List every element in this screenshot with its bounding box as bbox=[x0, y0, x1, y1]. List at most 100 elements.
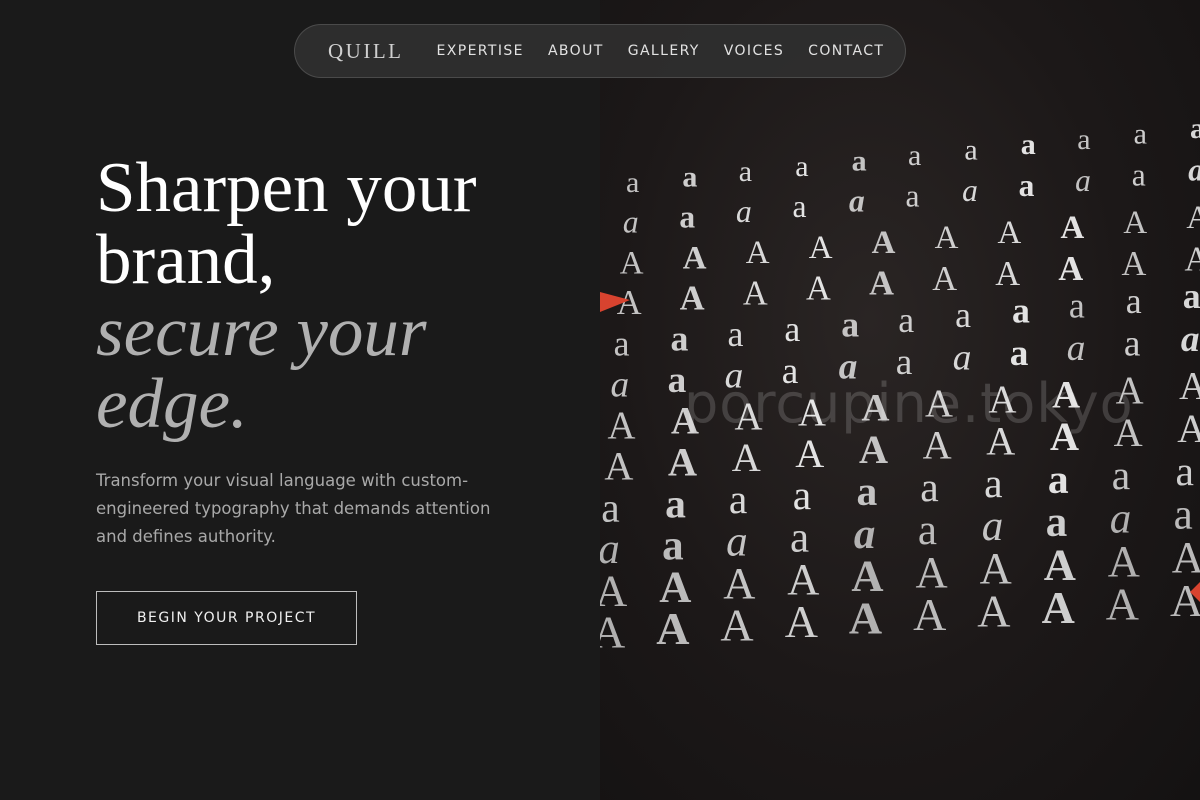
specimen-letter: a bbox=[665, 480, 686, 526]
specimen-letter: a bbox=[1134, 117, 1147, 150]
specimen-letter: a bbox=[682, 161, 697, 194]
specimen-letter: A bbox=[720, 600, 753, 651]
specimen-letter: a bbox=[1176, 448, 1194, 494]
specimen-letter: a bbox=[736, 194, 752, 229]
specimen-letter: A bbox=[806, 270, 831, 308]
specimen-letter: A bbox=[680, 279, 705, 317]
nav-link-contact[interactable]: CONTACT bbox=[808, 43, 884, 59]
begin-project-button[interactable]: BEGIN YOUR PROJECT bbox=[96, 591, 357, 645]
specimen-letter: A bbox=[1177, 406, 1200, 451]
specimen-letter: A bbox=[1123, 205, 1147, 241]
specimen-letter: a bbox=[601, 484, 619, 530]
specimen-letter: a bbox=[1067, 328, 1086, 369]
specimen-letter: A bbox=[1185, 240, 1200, 278]
specimen-letter: a bbox=[841, 305, 859, 345]
specimen-letter: a bbox=[793, 472, 811, 518]
specimen-letter: A bbox=[872, 225, 896, 261]
specimen-letter: A bbox=[1179, 366, 1200, 408]
specimen-letter: a bbox=[1132, 158, 1146, 193]
specimen-letter: a bbox=[920, 464, 938, 510]
specimen-letter: a bbox=[793, 189, 807, 224]
specimen-letter: A bbox=[1186, 200, 1200, 236]
specimen-letter: A bbox=[1170, 575, 1200, 626]
specimen-letter: A bbox=[743, 275, 768, 313]
specimen-letter: a bbox=[1075, 163, 1091, 198]
specimen-letter: a bbox=[671, 319, 689, 359]
image-watermark: porcupine.tokyo bbox=[684, 372, 1134, 435]
nav-link-voices[interactable]: VOICES bbox=[724, 43, 784, 59]
nav-link-gallery[interactable]: GALLERY bbox=[628, 43, 700, 59]
specimen-letter: a bbox=[849, 184, 865, 219]
specimen-letter: a bbox=[1048, 456, 1069, 502]
specimen-letter: a bbox=[1010, 333, 1029, 374]
specimen-letter: a bbox=[1183, 276, 1200, 316]
top-nav: QUILL EXPERTISE ABOUT GALLERY VOICES CON… bbox=[294, 24, 906, 78]
specimen-letter: A bbox=[608, 405, 636, 447]
specimen-letter: a bbox=[898, 300, 914, 340]
specimen-letter: a bbox=[1124, 324, 1141, 365]
specimen-letter: a bbox=[906, 178, 920, 213]
hero-headline: Sharpen your brand, secure your edge. bbox=[96, 152, 477, 440]
specimen-letter: A bbox=[732, 435, 761, 480]
specimen-letter: a bbox=[1112, 452, 1130, 498]
specimen-letter: a bbox=[1190, 112, 1200, 145]
specimen-letter: A bbox=[746, 235, 770, 271]
specimen-letter: A bbox=[795, 431, 824, 476]
specimen-letter: a bbox=[964, 134, 977, 167]
specimen-letter: a bbox=[955, 295, 971, 335]
specimen-letter: A bbox=[869, 265, 894, 303]
specimen-letter: A bbox=[809, 230, 833, 266]
hero-image: aaaaaaaaaaaaaaaaaaaaaaAAAAAAAAAAAAAAAAAA… bbox=[600, 0, 1200, 800]
headline-line-4: edge. bbox=[96, 365, 248, 443]
specimen-letter: a bbox=[1012, 290, 1030, 330]
specimen-letter: a bbox=[984, 460, 1002, 506]
specimen-letter: a bbox=[1069, 286, 1085, 326]
specimen-letter: A bbox=[932, 260, 957, 298]
specimen-letter: a bbox=[784, 309, 800, 349]
specimen-letter: A bbox=[620, 245, 644, 281]
specimen-letter: a bbox=[1181, 319, 1200, 360]
specimen-letter: a bbox=[623, 205, 639, 240]
headline-line-1: Sharpen your bbox=[96, 149, 477, 227]
specimen-letter: a bbox=[852, 144, 867, 177]
specimen-letter: A bbox=[935, 220, 959, 256]
specimen-letter: A bbox=[604, 444, 633, 489]
specimen-letter: a bbox=[739, 155, 752, 188]
specimen-letter: a bbox=[962, 173, 978, 208]
specimen-letter: A bbox=[1042, 582, 1075, 633]
specimen-letter: a bbox=[908, 139, 921, 172]
specimen-letter: a bbox=[611, 365, 630, 406]
specimen-letter: a bbox=[1126, 281, 1142, 321]
nav-link-about[interactable]: ABOUT bbox=[548, 43, 604, 59]
specimen-letter: A bbox=[995, 255, 1020, 293]
specimen-letter: A bbox=[785, 596, 818, 647]
specimen-letter: A bbox=[656, 603, 689, 654]
specimen-letter: a bbox=[626, 166, 639, 199]
specimen-letter: A bbox=[977, 585, 1010, 636]
specimen-letter: a bbox=[614, 323, 630, 363]
specimen-letter: A bbox=[1106, 578, 1139, 629]
specimen-letter: A bbox=[600, 607, 625, 658]
specimen-letter: a bbox=[728, 314, 744, 354]
specimen-letter: a bbox=[857, 468, 878, 514]
specimen-letter: a bbox=[795, 150, 808, 183]
specimen-letter: a bbox=[679, 199, 695, 234]
specimen-letter: A bbox=[1058, 250, 1083, 288]
specimen-letter: A bbox=[849, 593, 882, 644]
nav-link-expertise[interactable]: EXPERTISE bbox=[436, 43, 523, 59]
specimen-letter: A bbox=[913, 589, 946, 640]
specimen-letter: a bbox=[1077, 123, 1090, 156]
specimen-letter: A bbox=[683, 240, 707, 276]
hero-subtext: Transform your visual language with cust… bbox=[96, 471, 491, 546]
specimen-letter: a bbox=[729, 476, 747, 522]
specimen-letter: A bbox=[1122, 245, 1147, 283]
specimen-letter: a bbox=[1021, 128, 1036, 161]
specimen-letter: A bbox=[998, 215, 1022, 251]
specimen-letter: a bbox=[1188, 152, 1200, 187]
specimen-letter: a bbox=[1019, 168, 1035, 203]
headline-line-3: secure your bbox=[96, 293, 427, 371]
headline-line-2: brand, bbox=[96, 221, 276, 299]
brand-logo[interactable]: QUILL bbox=[328, 39, 403, 64]
specimen-letter: A bbox=[1061, 210, 1085, 246]
specimen-letter: A bbox=[668, 439, 697, 484]
